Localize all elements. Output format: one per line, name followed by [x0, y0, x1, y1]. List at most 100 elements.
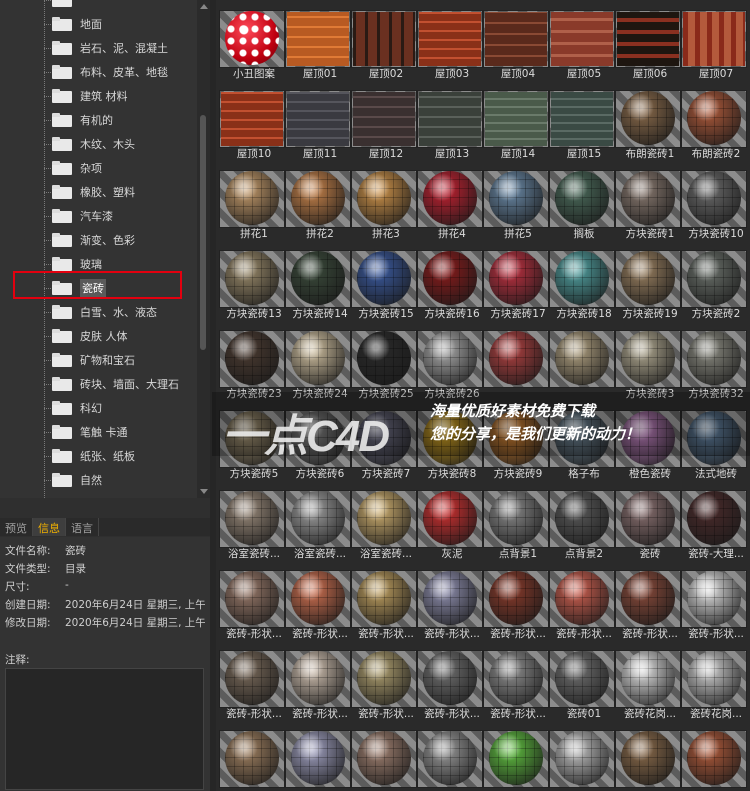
material-item[interactable]: 瓷砖花岗... — [681, 638, 747, 720]
material-item[interactable] — [483, 718, 549, 791]
material-item[interactable] — [285, 718, 351, 791]
material-item[interactable] — [351, 718, 417, 791]
material-item[interactable]: 方块瓷砖24 — [285, 318, 351, 400]
tree-scrollbar[interactable] — [197, 0, 210, 498]
tree-item-9[interactable]: 汽车漆 — [52, 206, 113, 226]
tree-item-5[interactable]: 有机的 — [52, 110, 113, 130]
material-item[interactable] — [615, 718, 681, 791]
tree-scrollbar-thumb[interactable] — [200, 115, 206, 350]
tree-item-2[interactable]: 岩石、泥、混凝土 — [52, 38, 168, 58]
material-thumbnail — [615, 570, 681, 628]
tree-item-20[interactable]: 自然 — [52, 470, 102, 490]
material-item[interactable]: 拼花4 — [417, 158, 483, 240]
scroll-down-icon[interactable] — [200, 489, 208, 494]
material-item[interactable]: 方块瓷砖15 — [351, 238, 417, 320]
material-item[interactable] — [483, 318, 549, 396]
material-item[interactable]: 屋顶11 — [285, 78, 351, 160]
material-item[interactable]: 方块瓷砖32 — [681, 318, 747, 400]
material-item[interactable]: 灰泥 — [417, 478, 483, 560]
tree-item-8[interactable]: 橡胶、塑料 — [52, 182, 135, 202]
material-item[interactable] — [681, 718, 747, 791]
material-item[interactable]: 瓷砖-形状... — [417, 558, 483, 640]
tree-item-15[interactable]: 矿物和宝石 — [52, 350, 135, 370]
material-item[interactable] — [417, 718, 483, 791]
material-item[interactable]: 方块瓷砖2 — [681, 238, 747, 320]
material-item[interactable]: 浴室瓷砖... — [351, 478, 417, 560]
material-item[interactable]: 瓷砖-形状... — [417, 638, 483, 720]
material-item[interactable]: 拼花1 — [219, 158, 285, 240]
material-item[interactable]: 瓷砖花岗... — [615, 638, 681, 720]
material-item[interactable]: 点背景2 — [549, 478, 615, 560]
material-item[interactable]: 方块瓷砖17 — [483, 238, 549, 320]
material-item[interactable]: 布朗瓷砖2 — [681, 78, 747, 160]
tab-info[interactable]: 信息 — [33, 518, 66, 536]
tree-item-1[interactable]: 地面 — [52, 14, 102, 34]
material-item[interactable]: 瓷砖-形状... — [549, 558, 615, 640]
material-item[interactable]: 瓷砖-形状... — [351, 638, 417, 720]
material-item[interactable]: 屋顶15 — [549, 78, 615, 160]
material-item[interactable]: 瓷砖01 — [549, 638, 615, 720]
material-item[interactable]: 屋顶14 — [483, 78, 549, 160]
tree-item-3[interactable]: 布料、皮革、地毯 — [52, 62, 168, 82]
material-item[interactable]: 拼花2 — [285, 158, 351, 240]
material-item[interactable]: 屋顶02 — [351, 0, 417, 80]
material-item[interactable]: 屋顶07 — [681, 0, 747, 80]
material-item[interactable]: 瓷砖-形状... — [285, 558, 351, 640]
material-item[interactable]: 方块瓷砖13 — [219, 238, 285, 320]
tab-language[interactable]: 语言 — [66, 518, 99, 536]
material-item[interactable] — [549, 718, 615, 791]
material-item[interactable]: 小丑图案 — [219, 0, 285, 80]
tree-item-6[interactable]: 木纹、木头 — [52, 134, 135, 154]
material-item[interactable]: 方块瓷砖1 — [615, 158, 681, 240]
material-item[interactable] — [549, 318, 615, 396]
tree-item-0[interactable] — [52, 0, 80, 10]
material-item[interactable]: 瓷砖-形状... — [219, 558, 285, 640]
material-item[interactable]: 瓷砖-形状... — [351, 558, 417, 640]
material-item[interactable]: 瓷砖-形状... — [219, 638, 285, 720]
material-item[interactable]: 方块瓷砖3 — [615, 318, 681, 400]
tree-item-19[interactable]: 纸张、纸板 — [52, 446, 135, 466]
material-item[interactable]: 瓷砖-形状... — [483, 558, 549, 640]
material-item[interactable]: 屋顶13 — [417, 78, 483, 160]
material-item[interactable]: 方块瓷砖14 — [285, 238, 351, 320]
material-item[interactable]: 瓷砖-形状... — [285, 638, 351, 720]
material-item[interactable]: 瓷砖-大理... — [681, 478, 747, 560]
material-item[interactable]: 方块瓷砖23 — [219, 318, 285, 400]
notes-textarea[interactable] — [5, 668, 204, 790]
material-item[interactable]: 方块瓷砖25 — [351, 318, 417, 400]
material-item[interactable]: 屋顶01 — [285, 0, 351, 80]
material-item[interactable]: 瓷砖-形状... — [681, 558, 747, 640]
material-item[interactable]: 瓷砖 — [615, 478, 681, 560]
material-item[interactable]: 拼花5 — [483, 158, 549, 240]
material-item[interactable]: 屋顶03 — [417, 0, 483, 80]
material-item[interactable]: 瓷砖-形状... — [483, 638, 549, 720]
material-item[interactable]: 屋顶05 — [549, 0, 615, 80]
material-item[interactable]: 浴室瓷砖... — [219, 478, 285, 560]
tree-item-17[interactable]: 科幻 — [52, 398, 102, 418]
material-item[interactable]: 屋顶04 — [483, 0, 549, 80]
tree-item-18[interactable]: 笔触 卡通 — [52, 422, 128, 442]
tree-item-7[interactable]: 杂项 — [52, 158, 102, 178]
material-item[interactable]: 搁板 — [549, 158, 615, 240]
material-item[interactable]: 方块瓷砖16 — [417, 238, 483, 320]
material-item[interactable]: 方块瓷砖26 — [417, 318, 483, 400]
material-item[interactable]: 屋顶12 — [351, 78, 417, 160]
material-item[interactable]: 方块瓷砖10 — [681, 158, 747, 240]
material-item[interactable]: 浴室瓷砖... — [285, 478, 351, 560]
tree-item-13[interactable]: 白雪、水、液态 — [52, 302, 157, 322]
tab-preview[interactable]: 预览 — [0, 518, 33, 536]
tree-item-16[interactable]: 砖块、墙面、大理石 — [52, 374, 179, 394]
material-item[interactable]: 方块瓷砖19 — [615, 238, 681, 320]
scroll-up-icon[interactable] — [200, 4, 208, 9]
material-item[interactable]: 瓷砖-形状... — [615, 558, 681, 640]
material-item[interactable]: 点背景1 — [483, 478, 549, 560]
material-item[interactable]: 方块瓷砖18 — [549, 238, 615, 320]
tree-item-10[interactable]: 渐变、色彩 — [52, 230, 135, 250]
tree-item-4[interactable]: 建筑 材料 — [52, 86, 128, 106]
material-item[interactable]: 拼花3 — [351, 158, 417, 240]
material-item[interactable]: 屋顶10 — [219, 78, 285, 160]
material-item[interactable]: 布朗瓷砖1 — [615, 78, 681, 160]
material-item[interactable] — [219, 718, 285, 791]
material-item[interactable]: 屋顶06 — [615, 0, 681, 80]
tree-item-14[interactable]: 皮肤 人体 — [52, 326, 128, 346]
